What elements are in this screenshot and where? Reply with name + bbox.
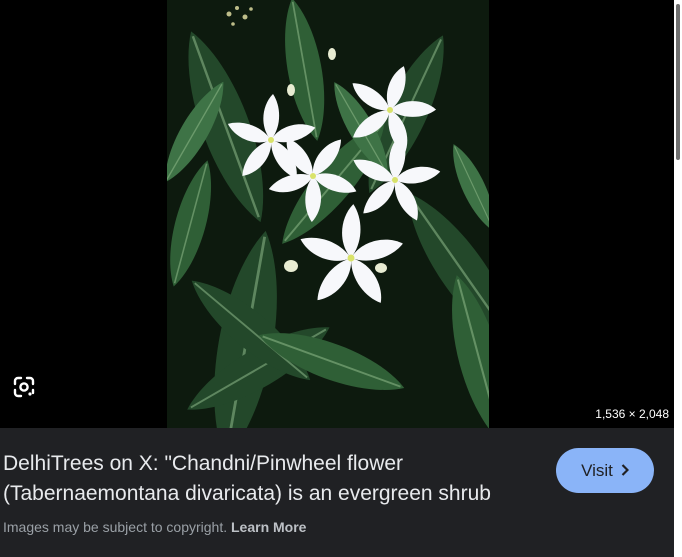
learn-more-link[interactable]: Learn More [231, 519, 306, 535]
image-preview-panel: 1,536 × 2,048 [0, 0, 674, 428]
google-lens-icon[interactable] [8, 371, 40, 403]
copyright-notice: Images may be subject to copyright. Lear… [3, 519, 306, 535]
result-title[interactable]: DelhiTrees on X: "Chandni/Pinwheel flowe… [3, 449, 543, 509]
scrollbar-thumb[interactable] [676, 4, 680, 160]
image-dimensions: 1,536 × 2,048 [595, 407, 669, 421]
visit-label: Visit [581, 460, 613, 480]
preview-image[interactable] [167, 0, 489, 428]
visit-button[interactable]: Visit [556, 448, 654, 493]
scrollbar[interactable] [674, 0, 682, 557]
copyright-text: Images may be subject to copyright. [3, 519, 228, 535]
chevron-right-icon [621, 461, 629, 481]
result-info: DelhiTrees on X: "Chandni/Pinwheel flowe… [0, 428, 674, 557]
